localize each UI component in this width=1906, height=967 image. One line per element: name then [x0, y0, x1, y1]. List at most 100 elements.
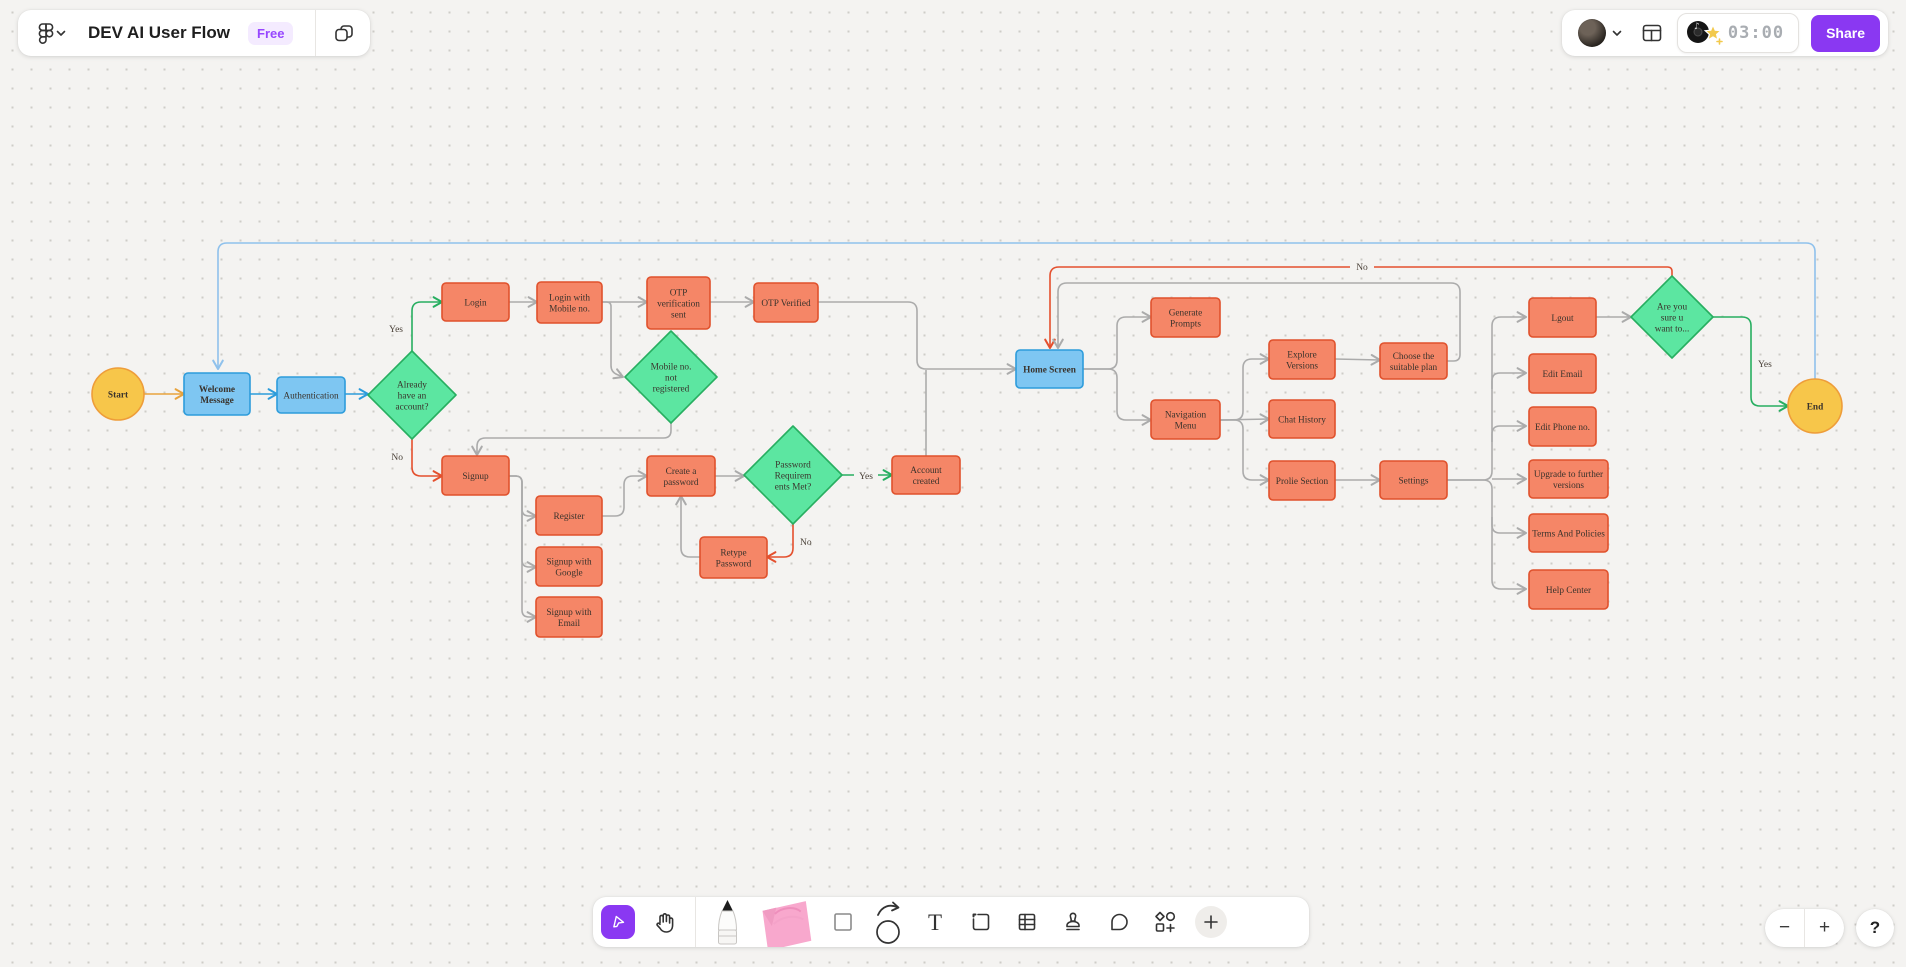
- node-label: Help Center: [1546, 586, 1592, 596]
- node-pwdMet[interactable]: Password Requirem ents Met?: [743, 425, 843, 525]
- node-otpVerified[interactable]: OTP Verified: [753, 282, 819, 323]
- node-login[interactable]: Login: [441, 282, 510, 322]
- node-label: Password Requirem ents Met?: [775, 460, 812, 492]
- file-title[interactable]: DEV AI User Flow: [88, 23, 230, 43]
- node-label: Login: [464, 298, 487, 308]
- node-signup[interactable]: Signup: [441, 455, 510, 496]
- stamp-tool[interactable]: [1050, 897, 1096, 947]
- node-chatHistory[interactable]: Chat History: [1268, 399, 1336, 439]
- edge-homeScreen-navMenu[interactable]: [1083, 368, 1153, 426]
- node-auth[interactable]: Authentication: [276, 376, 346, 414]
- help-button[interactable]: ?: [1856, 909, 1894, 947]
- edge-label-no: No: [800, 538, 812, 548]
- edge-label-yes: Yes: [859, 472, 873, 482]
- edge-settings-terms[interactable]: [1491, 517, 1528, 539]
- edge-retypePwd-createPwd[interactable]: [675, 494, 700, 558]
- node-editEmail[interactable]: Edit Email: [1528, 353, 1597, 394]
- sticky-note-tool[interactable]: [750, 897, 820, 947]
- table-icon: [1018, 913, 1036, 931]
- node-settings[interactable]: Settings: [1379, 460, 1448, 500]
- node-prolieSection[interactable]: Prolie Section: [1268, 460, 1336, 501]
- node-label: Choose the suitable plan: [1390, 352, 1438, 373]
- node-accountCreated[interactable]: Account created: [891, 455, 961, 495]
- node-upgrade[interactable]: Upgrade to further versions: [1528, 459, 1609, 499]
- edge-label-no: No: [1356, 263, 1368, 273]
- node-exploreVersions[interactable]: Explore Versions: [1268, 339, 1336, 380]
- edge-otpVerified-homeScreen[interactable]: [818, 301, 1018, 375]
- music-disc-icon: ♪: [1686, 21, 1723, 45]
- section-tool[interactable]: [958, 897, 1004, 947]
- zoom-in-button[interactable]: +: [1805, 909, 1844, 947]
- node-loginMobile[interactable]: Login with Mobile no.: [536, 281, 603, 324]
- edge-already-signup[interactable]: [411, 439, 444, 482]
- edge-pwdMet-retypePwd[interactable]: [765, 524, 794, 563]
- edge-settings-helpCenter[interactable]: [1447, 479, 1528, 595]
- node-choosePlan[interactable]: Choose the suitable plan: [1379, 342, 1448, 380]
- node-label: Signup: [462, 472, 489, 482]
- divider: [695, 897, 696, 947]
- share-button[interactable]: Share: [1811, 14, 1880, 52]
- node-helpCenter[interactable]: Help Center: [1528, 569, 1609, 610]
- node-label: Explore Versions: [1286, 350, 1318, 371]
- node-editPhone[interactable]: Edit Phone no.: [1528, 406, 1597, 447]
- text-tool[interactable]: T: [912, 897, 958, 947]
- account-menu[interactable]: [1574, 15, 1627, 51]
- whiteboard-canvas[interactable]: Yes No Yes No Yes No Start Welcome Message Authen…: [0, 0, 1906, 962]
- connector-arrow-icon: [876, 901, 900, 944]
- edge-navMenu-prolieSection[interactable]: [1220, 419, 1271, 486]
- edge-areYouSure-end[interactable]: [1713, 316, 1790, 412]
- node-signupGoogle[interactable]: Signup with Google: [535, 546, 603, 587]
- divider: [315, 10, 317, 56]
- edge-register-createPwd[interactable]: [602, 470, 649, 517]
- connector-tool[interactable]: [866, 897, 912, 947]
- select-tool[interactable]: [601, 905, 635, 939]
- add-tool[interactable]: [1188, 897, 1234, 947]
- edge-settings-lgout[interactable]: [1447, 311, 1528, 481]
- file-header: DEV AI User Flow Free: [18, 10, 371, 56]
- node-terms[interactable]: Terms And Policies: [1528, 513, 1609, 553]
- edge-settings-editEmail[interactable]: [1491, 367, 1528, 389]
- avatar: [1577, 19, 1606, 47]
- edge-navMenu-exploreVersions[interactable]: [1220, 353, 1271, 421]
- text-icon: T: [927, 909, 943, 935]
- node-start[interactable]: Start: [91, 367, 145, 421]
- table-tool[interactable]: [1004, 897, 1050, 947]
- node-already[interactable]: Already have an account?: [367, 350, 457, 440]
- marker-tool[interactable]: [704, 897, 750, 947]
- pages-button[interactable]: [328, 17, 360, 49]
- zoom-out-button[interactable]: −: [1765, 909, 1804, 947]
- timer-widget[interactable]: ♪ 03:00: [1676, 13, 1800, 53]
- shape-tool[interactable]: [820, 897, 866, 947]
- node-register[interactable]: Register: [535, 495, 603, 536]
- node-createPwd[interactable]: Create a password: [646, 455, 716, 497]
- node-label: Login with Mobile no.: [549, 293, 590, 314]
- edge-label-no: No: [391, 453, 403, 463]
- edge-exploreVersions-choosePlan[interactable]: [1334, 353, 1382, 366]
- node-mobileNotReg[interactable]: Mobile no. not registered: [624, 330, 718, 424]
- node-label: OTP Verified: [761, 298, 811, 309]
- node-areYouSure[interactable]: Are you sure u want to...: [1630, 275, 1714, 359]
- node-navMenu[interactable]: Navigation Menu: [1150, 399, 1221, 440]
- hand-tool[interactable]: [641, 897, 687, 947]
- node-lgout[interactable]: Lgout: [1528, 297, 1597, 338]
- edge-signup-signupEmail[interactable]: [509, 475, 538, 623]
- comment-tool[interactable]: [1096, 897, 1142, 947]
- node-label: Generate Prompts: [1169, 308, 1203, 329]
- figma-logo-menu[interactable]: [32, 18, 70, 48]
- node-retypePwd[interactable]: Retype Password: [699, 536, 768, 579]
- edge-loginMobile-mobileNotReg[interactable]: [602, 301, 625, 380]
- edge-mobileNotReg-signup[interactable]: [471, 423, 672, 457]
- node-end[interactable]: End: [1787, 378, 1843, 434]
- node-genPrompts[interactable]: Generate Prompts: [1150, 297, 1221, 338]
- edge-settings-editPhone[interactable]: [1491, 420, 1528, 442]
- edge-already-login[interactable]: [411, 296, 444, 351]
- node-signupEmail[interactable]: Signup with Email: [535, 596, 603, 638]
- node-homeScreen[interactable]: Home Screen: [1015, 349, 1084, 389]
- plus-circle: [1195, 906, 1227, 938]
- edge-homeScreen-genPrompts[interactable]: [1083, 311, 1153, 370]
- node-otpSent[interactable]: OTP verification sent: [646, 276, 711, 330]
- node-welcome[interactable]: Welcome Message: [183, 372, 251, 416]
- node-label: Authentication: [283, 391, 339, 401]
- widgets-tool[interactable]: [1142, 897, 1188, 947]
- layout-panel-button[interactable]: [1636, 17, 1668, 49]
